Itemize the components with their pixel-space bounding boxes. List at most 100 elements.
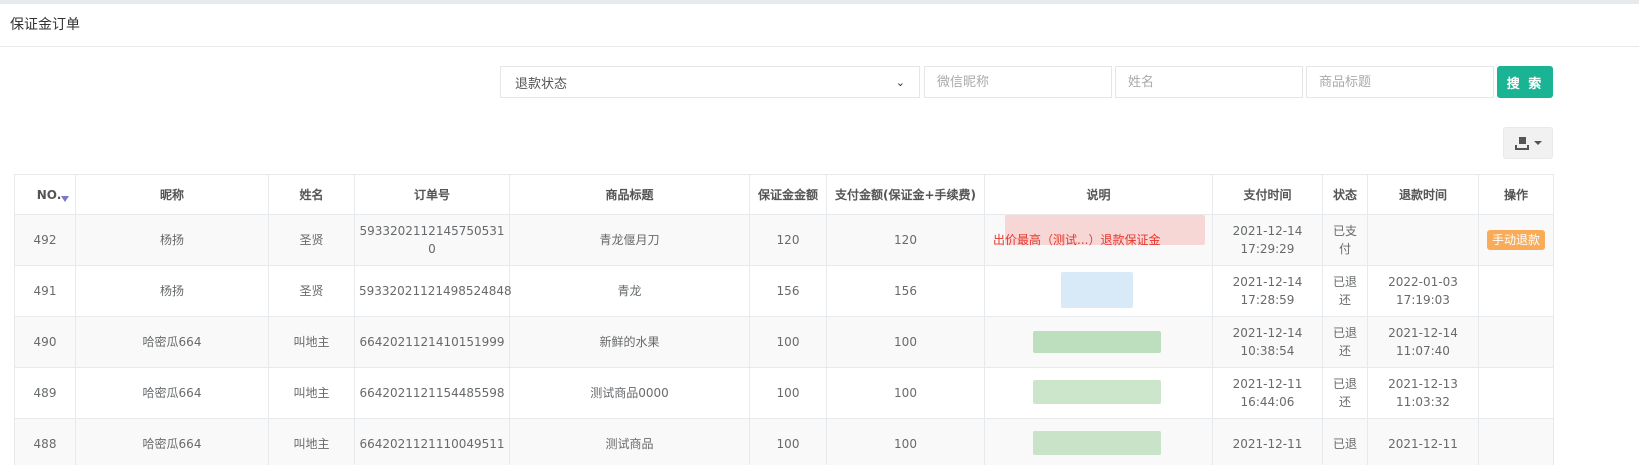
export-dropdown-button[interactable] <box>1503 127 1553 159</box>
column-header-paid[interactable]: 支付金额(保证金+手续费) <box>826 174 985 215</box>
cell-product: 青龙 <box>509 265 750 317</box>
cell-pay-time: 2021-12-14 17:28:59 <box>1212 265 1323 317</box>
table-row: 491 杨扬 圣贤 59332021121498524848 青龙 156 15… <box>14 265 1554 317</box>
cell-action <box>1478 316 1554 368</box>
cell-no: 492 <box>14 214 76 266</box>
column-header-description[interactable]: 说明 <box>984 174 1213 215</box>
cell-description <box>984 367 1213 419</box>
cell-refund-time: 2021-12-13 11:03:32 <box>1367 367 1479 419</box>
cell-pay-time: 2021-12-11 <box>1212 418 1323 465</box>
status-text: 已退还 <box>1332 326 1357 358</box>
wechat-nickname-input[interactable] <box>924 66 1112 98</box>
chevron-down-icon: ⌄ <box>895 75 905 89</box>
cell-action <box>1478 418 1554 465</box>
cell-nickname: 哈密瓜664 <box>75 316 269 368</box>
table-row: 492 杨扬 圣贤 5933202112145750531​0 青龙偃月刀 12… <box>14 214 1554 266</box>
column-header-status[interactable]: 状态 <box>1322 174 1368 215</box>
cell-deposit: 156 <box>749 265 827 317</box>
cell-name: 叫地主 <box>268 418 355 465</box>
manual-refund-button[interactable]: 手动退款 <box>1486 230 1545 250</box>
cell-product: 青龙偃月刀 <box>509 214 750 266</box>
cell-refund-time: 2021-12-14 11:07:40 <box>1367 316 1479 368</box>
cell-deposit: 100 <box>749 418 827 465</box>
cell-description: 出价最高（测试...）退款保证金 <box>984 214 1213 266</box>
refund-status-select[interactable]: 退款状态 ⌄ <box>500 66 920 98</box>
cell-name: 叫地主 <box>268 316 355 368</box>
refund-status-select-value: 退款状态 <box>515 76 568 92</box>
status-text: 已支付 <box>1332 224 1357 256</box>
cell-no: 490 <box>14 316 76 368</box>
cell-description <box>984 418 1213 465</box>
cell-no: 491 <box>14 265 76 317</box>
cell-order-no: 6642021121154485598 <box>354 367 510 419</box>
cell-nickname: 杨扬 <box>75 214 269 266</box>
cell-no: 489 <box>14 367 76 419</box>
cell-description <box>984 316 1213 368</box>
caret-down-icon <box>1533 141 1542 145</box>
table-row: 489 哈密瓜664 叫地主 6642021121154485598 测试商品0… <box>14 367 1554 419</box>
cell-name: 圣贤 <box>268 265 355 317</box>
table-row: 490 哈密瓜664 叫地主 6642021121410151999 新鲜的水果… <box>14 316 1554 368</box>
column-header-name[interactable]: 姓名 <box>268 174 355 215</box>
page-title: 保证金订单 <box>10 17 80 33</box>
title-divider <box>0 46 1639 47</box>
cell-paid: 100 <box>826 367 985 419</box>
status-text: 已退 <box>1332 437 1357 451</box>
column-header-pay-time[interactable]: 支付时间 <box>1212 174 1323 215</box>
cell-refund-time: 2021-12-11 <box>1367 418 1479 465</box>
cell-order-no: 6642021121410151999 <box>354 316 510 368</box>
cell-refund-time <box>1367 214 1479 266</box>
cell-paid: 120 <box>826 214 985 266</box>
name-input[interactable] <box>1115 66 1303 98</box>
cell-nickname: 杨扬 <box>75 265 269 317</box>
description-text: 出价最高（测试...）退款保证金 <box>993 233 1161 247</box>
cell-action <box>1478 265 1554 317</box>
cell-nickname: 哈密瓜664 <box>75 418 269 465</box>
cell-paid: 100 <box>826 418 985 465</box>
table-row: 488 哈密瓜664 叫地主 6642021121110049511 测试商品 … <box>14 418 1554 465</box>
cell-action <box>1478 367 1554 419</box>
cell-product: 新鲜的水果 <box>509 316 750 368</box>
cell-pay-time: 2021-12-11 16:44:06 <box>1212 367 1323 419</box>
top-strip <box>0 0 1639 4</box>
product-title-input[interactable] <box>1306 66 1494 98</box>
redaction-blur <box>1061 272 1133 308</box>
cell-description <box>984 265 1213 317</box>
deposit-order-table: NO. 昵称 姓名 订单号 商品标题 保证金金额 支付金额(保证金+手续费) 说… <box>14 174 1554 465</box>
redaction-blur <box>1033 331 1161 353</box>
redaction-blur <box>1033 380 1161 404</box>
column-header-action: 操作 <box>1478 174 1554 215</box>
column-header-deposit[interactable]: 保证金金额 <box>749 174 827 215</box>
cell-product: 测试商品 <box>509 418 750 465</box>
sort-desc-icon <box>61 196 69 202</box>
column-header-nickname[interactable]: 昵称 <box>75 174 269 215</box>
status-text: 已退还 <box>1332 377 1357 409</box>
cell-nickname: 哈密瓜664 <box>75 367 269 419</box>
column-header-order-no[interactable]: 订单号 <box>354 174 510 215</box>
cell-status: 已退 <box>1322 418 1368 465</box>
column-header-product-title[interactable]: 商品标题 <box>509 174 750 215</box>
redaction-blur <box>1033 431 1161 455</box>
cell-name: 叫地主 <box>268 367 355 419</box>
column-header-no[interactable]: NO. <box>14 174 76 215</box>
cell-status: 已支付 <box>1322 214 1368 266</box>
cell-paid: 100 <box>826 316 985 368</box>
cell-order-no: 5933202112145750531​0 <box>354 214 510 266</box>
cell-order-no: 6642021121110049511 <box>354 418 510 465</box>
cell-no: 488 <box>14 418 76 465</box>
table-header-row: NO. 昵称 姓名 订单号 商品标题 保证金金额 支付金额(保证金+手续费) 说… <box>14 174 1554 215</box>
cell-deposit: 120 <box>749 214 827 266</box>
column-header-refund-time[interactable]: 退款时间 <box>1367 174 1479 215</box>
status-text: 已退还 <box>1332 275 1357 307</box>
cell-pay-time: 2021-12-14 10:38:54 <box>1212 316 1323 368</box>
export-icon <box>1514 136 1529 150</box>
cell-order-no: 59332021121498524848 <box>354 265 512 317</box>
cell-product: 测试商品0000 <box>509 367 750 419</box>
cell-status: 已退还 <box>1322 316 1368 368</box>
cell-status: 已退还 <box>1322 265 1368 317</box>
cell-paid: 156 <box>826 265 985 317</box>
cell-action: 手动退款 <box>1478 214 1554 266</box>
cell-pay-time: 2021-12-14 17:29:29 <box>1212 214 1323 266</box>
search-button[interactable]: 搜 索 <box>1497 66 1553 98</box>
cell-status: 已退还 <box>1322 367 1368 419</box>
